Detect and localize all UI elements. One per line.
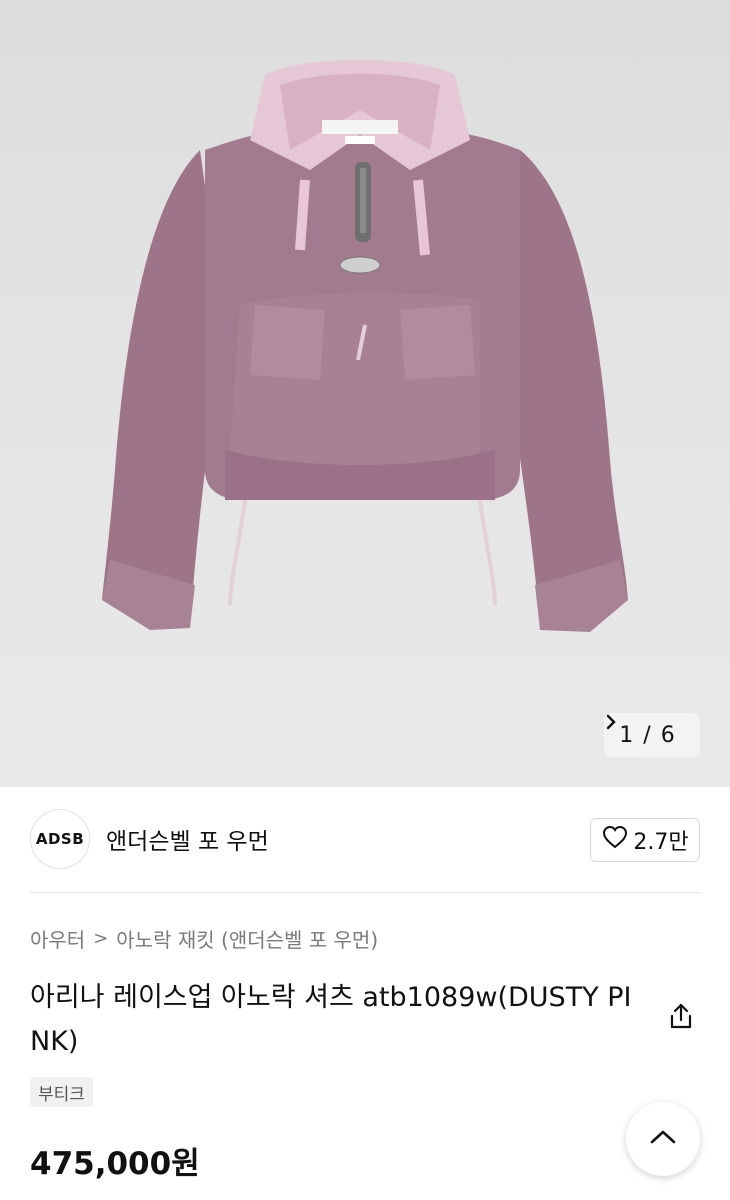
like-count: 2.7만 <box>633 830 689 855</box>
product-price: 475,000원 <box>30 1146 200 1182</box>
breadcrumb-level2[interactable]: 아노락 재킷 (앤더슨벨 포 우먼) <box>116 924 378 953</box>
brand-row[interactable]: ADSB 앤더슨벨 포 우먼 2.7만 <box>30 808 700 870</box>
pager-total: 6 <box>660 722 675 748</box>
product-title: 아리나 레이스업 아노락 셔츠 atb1089w(DUSTY PINK) <box>30 982 632 1057</box>
pager-separator: / <box>643 722 651 748</box>
boutique-badge: 부티크 <box>30 1077 93 1107</box>
brand-name[interactable]: 앤더슨벨 포 우먼 <box>106 822 269 856</box>
share-icon <box>666 1001 696 1035</box>
gallery-pager[interactable]: 1 / 6 <box>604 713 700 757</box>
product-photo <box>102 60 628 632</box>
like-button[interactable]: 2.7만 <box>590 818 700 862</box>
chevron-up-icon <box>648 1127 678 1151</box>
brand-logo[interactable]: ADSB <box>30 809 90 869</box>
heart-outline-icon <box>601 824 629 856</box>
share-button[interactable] <box>663 1000 699 1036</box>
product-image-gallery[interactable]: 1 / 6 <box>0 0 730 787</box>
scroll-top-button[interactable] <box>626 1102 700 1176</box>
breadcrumb-separator: > <box>93 928 109 949</box>
breadcrumb: 아우터 > 아노락 재킷 (앤더슨벨 포 우먼) <box>30 924 378 953</box>
section-divider <box>30 892 700 893</box>
pager-current: 1 <box>619 722 634 748</box>
breadcrumb-level1[interactable]: 아우터 <box>30 924 85 953</box>
